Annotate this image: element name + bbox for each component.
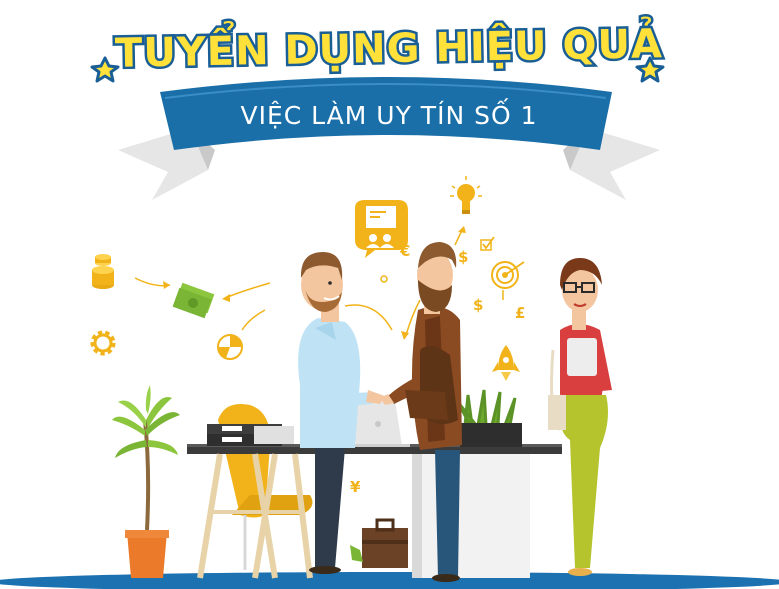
currency-symbol: $ bbox=[473, 296, 483, 314]
page-title: TUYỂN DỤNG HIỆU QUẢ bbox=[115, 12, 664, 77]
pie-chart-icon bbox=[217, 334, 243, 360]
floor-shadow bbox=[0, 572, 779, 589]
binders bbox=[207, 424, 294, 446]
currency-symbol: € bbox=[399, 242, 410, 260]
coins-icon bbox=[92, 254, 114, 289]
flow-arrow bbox=[344, 304, 393, 331]
gear-icon bbox=[90, 330, 116, 356]
flow-arrow bbox=[224, 282, 271, 299]
planter bbox=[456, 389, 522, 447]
banner-subtitle: VIỆC LÀM UY TÍN SỐ 1 bbox=[240, 98, 537, 130]
scene: VIỆC LÀM UY TÍN SỐ 1 TUYỂN DỤNG HIỆU QUẢ bbox=[0, 10, 779, 589]
flow-arrow bbox=[241, 309, 266, 331]
woman-right bbox=[548, 258, 612, 576]
recruitment-illustration: VIỆC LÀM UY TÍN SỐ 1 TUYỂN DỤNG HIỆU QUẢ bbox=[0, 0, 779, 589]
arrow-head bbox=[401, 331, 409, 340]
target-icon bbox=[491, 261, 525, 289]
potted-palm bbox=[112, 385, 180, 578]
rocket-icon bbox=[492, 345, 520, 381]
arrow-head bbox=[222, 294, 230, 302]
checkbox-icon bbox=[480, 236, 495, 251]
money-icon bbox=[172, 282, 215, 319]
sparkle-icon bbox=[380, 275, 388, 283]
arrow-head bbox=[163, 281, 170, 289]
lightbulb-icon bbox=[450, 176, 482, 214]
briefcase bbox=[350, 518, 408, 568]
subtitle-banner: VIỆC LÀM UY TÍN SỐ 1 bbox=[160, 77, 612, 150]
currency-symbol: ¥ bbox=[350, 478, 361, 496]
currency-symbol: $ bbox=[458, 248, 468, 266]
arrow-head bbox=[458, 226, 466, 233]
currency-symbol: £ bbox=[515, 304, 525, 322]
title-group: TUYỂN DỤNG HIỆU QUẢ bbox=[112, 10, 666, 80]
star-icon bbox=[90, 56, 120, 83]
